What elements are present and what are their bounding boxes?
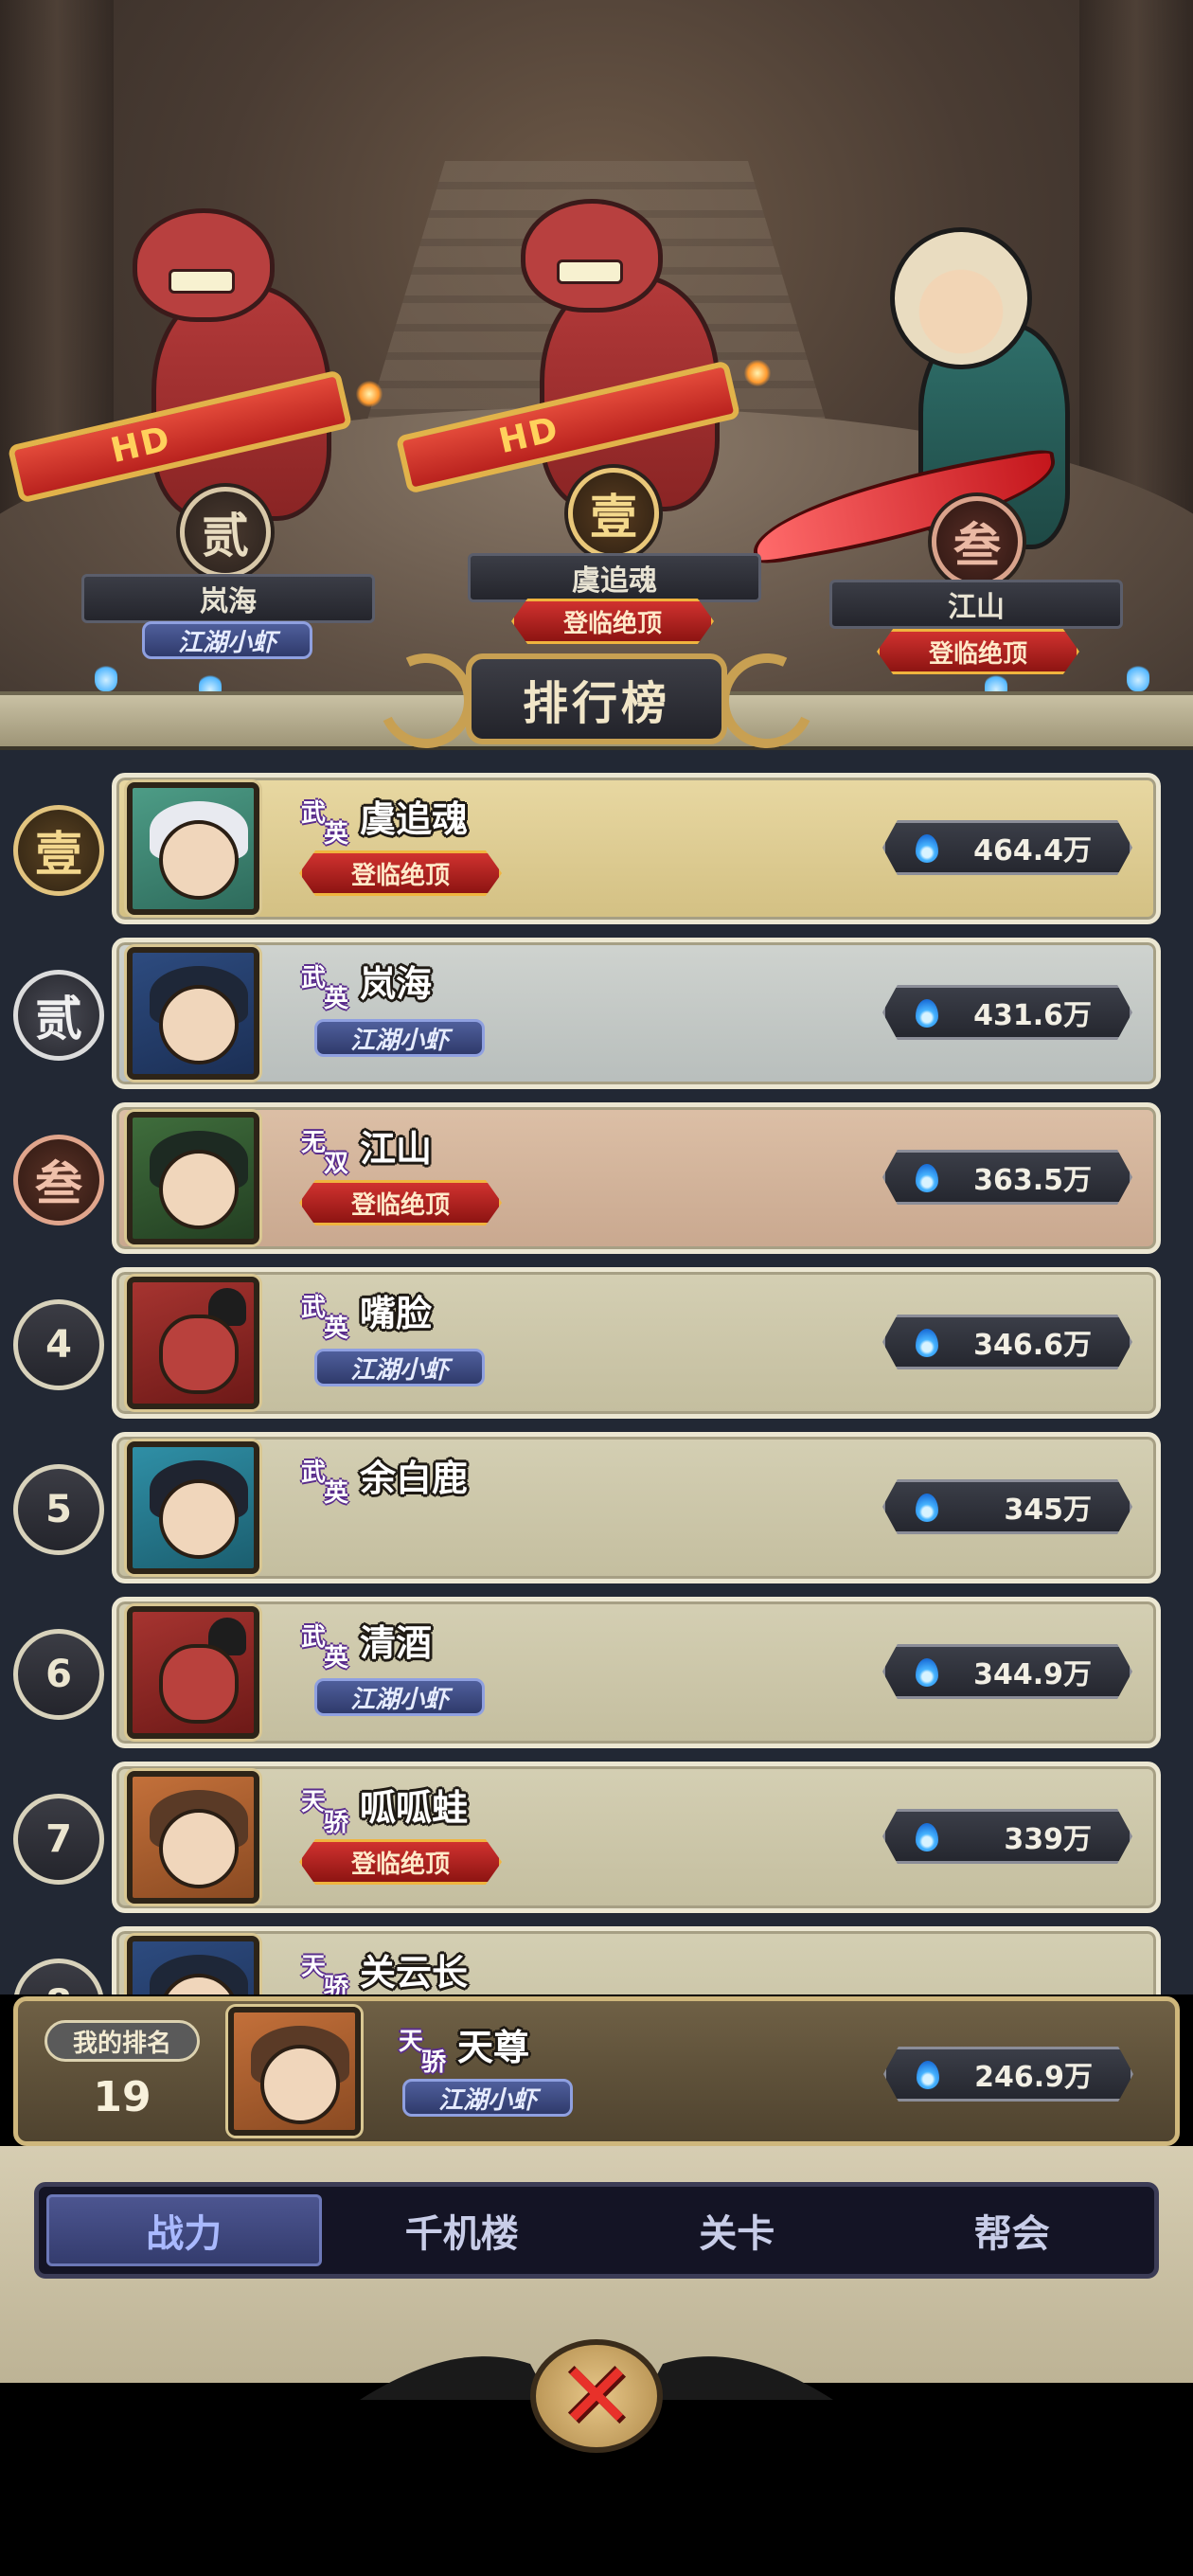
leaderboard-row[interactable]: 6 武英 清酒 江湖小虾 344.9万 xyxy=(0,1597,1193,1748)
my-avatar[interactable] xyxy=(228,2007,361,2136)
avatar[interactable] xyxy=(127,1277,259,1409)
flame-icon xyxy=(916,834,938,863)
power-value: 344.9万 xyxy=(882,1644,1132,1699)
second-place-title: 江湖小虾 xyxy=(142,621,312,659)
player-name: 清酒 xyxy=(360,1622,433,1664)
rank-number: 6 xyxy=(13,1629,104,1720)
avatar[interactable] xyxy=(127,1441,259,1574)
class-badge-icon: 武英 xyxy=(301,1623,349,1673)
tab-power[interactable]: 战力 xyxy=(46,2194,322,2266)
third-place-title: 登临绝顶 xyxy=(877,629,1079,674)
avatar[interactable] xyxy=(127,1771,259,1904)
rank-number: 叁 xyxy=(13,1135,104,1225)
rank-number: 8 xyxy=(13,1959,104,1995)
my-rank-number: 19 xyxy=(93,2073,151,2121)
close-x-icon: ✕ xyxy=(558,2343,635,2449)
flame-icon xyxy=(917,2061,939,2089)
leaderboard-list[interactable]: 壹 武英 虞追魂 登临绝顶 464.4万 贰 武英 岚海 江湖小虾 431.6万… xyxy=(0,750,1193,1995)
my-player-title: 江湖小虾 xyxy=(402,2079,573,2117)
class-badge-icon: 天骄 xyxy=(399,2028,447,2077)
class-badge-icon: 武英 xyxy=(301,799,349,849)
player-title: 江湖小虾 xyxy=(314,1019,485,1057)
third-place-name: 江山 xyxy=(829,580,1123,629)
flame-icon xyxy=(916,1658,938,1687)
power-value: 339万 xyxy=(882,1809,1132,1864)
rank-number: 4 xyxy=(13,1299,104,1390)
first-place-title: 登临绝顶 xyxy=(511,599,714,644)
avatar[interactable] xyxy=(127,947,259,1080)
rank-number: 壹 xyxy=(13,805,104,896)
player-name: 呱呱蛙 xyxy=(360,1787,469,1829)
player-title: 江湖小虾 xyxy=(314,1678,485,1716)
flame-icon xyxy=(916,1823,938,1852)
power-value: 464.4万 xyxy=(882,820,1132,875)
player-title: 登临绝顶 xyxy=(299,850,502,896)
close-button[interactable]: ✕ xyxy=(530,2339,663,2453)
third-place-emblem: 叁 xyxy=(932,496,1023,587)
leaderboard-row[interactable]: 4 武英 嘴脸 江湖小虾 346.6万 xyxy=(0,1267,1193,1419)
tab-qianjilou[interactable]: 千机楼 xyxy=(328,2194,597,2266)
player-name: 余白鹿 xyxy=(360,1458,469,1499)
tab-guild[interactable]: 帮会 xyxy=(878,2194,1148,2266)
player-name: 江山 xyxy=(360,1128,433,1170)
player-name: 嘴脸 xyxy=(360,1293,433,1334)
player-title: 登临绝顶 xyxy=(299,1839,502,1885)
podium-third-character[interactable] xyxy=(729,199,1155,567)
class-badge-icon: 天骄 xyxy=(301,1953,349,1995)
flame-icon xyxy=(916,1329,938,1357)
flame-icon xyxy=(916,1494,938,1522)
first-place-name: 虞追魂 xyxy=(468,553,761,602)
my-rank-label: 我的排名 xyxy=(45,2020,200,2062)
rank-number: 贰 xyxy=(13,970,104,1061)
leaderboard-row[interactable]: 壹 武英 虞追魂 登临绝顶 464.4万 xyxy=(0,773,1193,924)
player-title: 江湖小虾 xyxy=(314,1349,485,1386)
leaderboard-row[interactable]: 叁 无双 江山 登临绝顶 363.5万 xyxy=(0,1102,1193,1254)
avatar[interactable] xyxy=(127,1606,259,1739)
my-rank-panel[interactable]: 我的排名 19 天骄 天尊 江湖小虾 246.9万 xyxy=(13,1996,1180,2146)
power-value: 345万 xyxy=(882,1479,1132,1534)
row-card xyxy=(112,1926,1161,1995)
class-badge-icon: 天骄 xyxy=(301,1788,349,1837)
candle-icon xyxy=(1127,663,1149,691)
avatar[interactable] xyxy=(127,782,259,915)
avatar[interactable] xyxy=(127,1936,259,1995)
second-place-emblem: 贰 xyxy=(180,487,271,578)
class-badge-icon: 武英 xyxy=(301,1458,349,1508)
tab-stages[interactable]: 关卡 xyxy=(602,2194,872,2266)
player-title: 登临绝顶 xyxy=(299,1180,502,1225)
podium-second-character[interactable]: HD xyxy=(0,170,398,549)
candle-icon xyxy=(95,663,117,691)
player-name: 关云长 xyxy=(360,1952,469,1994)
second-place-name: 岚海 xyxy=(81,574,375,623)
my-power-value: 246.9万 xyxy=(883,2047,1133,2102)
class-badge-icon: 无双 xyxy=(301,1129,349,1178)
category-tabs: 战力 千机楼 关卡 帮会 xyxy=(34,2182,1159,2279)
rank-number: 7 xyxy=(13,1794,104,1885)
leaderboard-row[interactable]: 贰 武英 岚海 江湖小虾 431.6万 xyxy=(0,938,1193,1089)
power-value: 346.6万 xyxy=(882,1315,1132,1369)
leaderboard-row[interactable]: 7 天骄 呱呱蛙 登临绝顶 339万 xyxy=(0,1762,1193,1913)
leaderboard-row[interactable]: 5 武英 余白鹿 345万 xyxy=(0,1432,1193,1583)
first-place-emblem: 壹 xyxy=(568,468,659,559)
flame-icon xyxy=(916,1164,938,1192)
my-player-name: 天尊 xyxy=(457,2027,530,2068)
player-name: 岚海 xyxy=(360,963,433,1005)
flame-icon xyxy=(916,999,938,1028)
player-name: 虞追魂 xyxy=(360,798,469,840)
spark-icon xyxy=(356,381,383,407)
class-badge-icon: 武英 xyxy=(301,1294,349,1343)
leaderboard-row[interactable]: 8 天骄 关云长 xyxy=(0,1926,1193,1995)
class-badge-icon: 武英 xyxy=(301,964,349,1013)
rank-number: 5 xyxy=(13,1464,104,1555)
podium-stage: HD HD 贰 壹 叁 岚海 江湖小虾 虞追魂 登临绝顶 江山 登临绝顶 xyxy=(0,0,1193,748)
page-title: 排行榜 xyxy=(466,653,727,744)
avatar[interactable] xyxy=(127,1112,259,1244)
power-value: 431.6万 xyxy=(882,985,1132,1040)
power-value: 363.5万 xyxy=(882,1150,1132,1205)
